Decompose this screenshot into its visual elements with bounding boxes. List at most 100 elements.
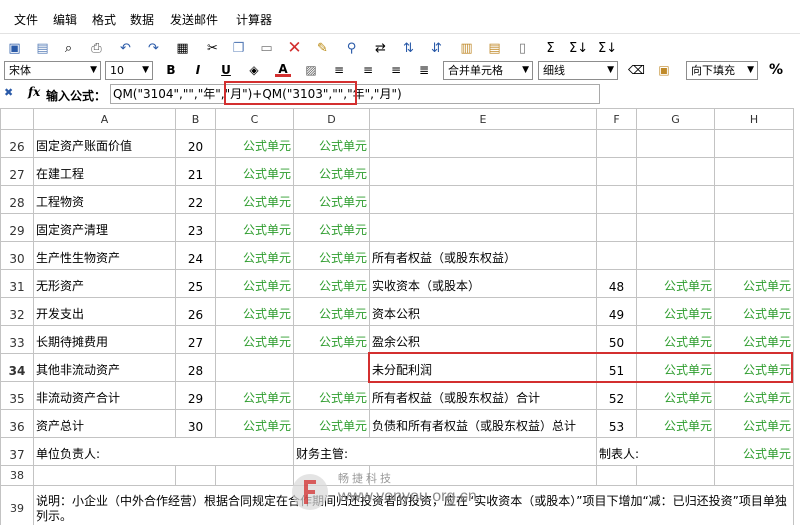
cell[interactable] [33,465,176,486]
print-icon[interactable]: ⎙ [88,40,105,57]
cell-h[interactable] [714,129,794,158]
cell-f37[interactable]: 制表人: [596,437,715,466]
cell-f[interactable]: 53 [596,409,637,438]
cell-b[interactable]: 27 [175,325,216,354]
insert-row-icon[interactable]: ▤ [486,40,503,57]
merge-cells-select[interactable]: 合并单元格 ▼ [443,61,533,80]
fx-icon[interactable]: fx [28,85,40,99]
menu-format[interactable]: 格式 [92,11,116,28]
cell-d[interactable]: 公式单元 [293,185,370,214]
grid-icon[interactable]: ▦ [174,40,191,57]
cell-b[interactable]: 22 [175,185,216,214]
fill-format-icon[interactable]: ▣ [656,62,672,79]
cell-e[interactable]: 资本公积 [369,297,597,326]
row-header[interactable]: 36 [0,409,34,438]
justify-icon[interactable]: ≣ [416,62,432,79]
row-header[interactable]: 38 [0,465,34,486]
border-style-select[interactable]: 细线 ▼ [538,61,618,80]
cut-icon[interactable]: ✂ [204,40,221,57]
eraser-icon[interactable]: ⌫ [628,62,645,79]
cell-b[interactable]: 20 [175,129,216,158]
print-preview-icon[interactable]: ⌕ [60,40,77,57]
save-icon[interactable]: ▣ [6,40,23,57]
cell-a[interactable]: 资产总计 [33,409,176,438]
row-header[interactable]: 39 [0,485,34,525]
cell-c[interactable]: 公式单元 [215,409,294,438]
menu-data[interactable]: 数据 [130,11,154,28]
cell-d[interactable]: 公式单元 [293,241,370,270]
row-header[interactable]: 29 [0,213,34,242]
col-header-f[interactable]: F [596,108,637,130]
cell-d[interactable]: 公式单元 [293,297,370,326]
cell-g[interactable] [636,185,715,214]
cell-c[interactable]: 公式单元 [215,157,294,186]
cell-c[interactable]: 公式单元 [215,297,294,326]
align-center-icon[interactable]: ≡ [360,62,376,79]
cell-d[interactable]: 公式单元 [293,213,370,242]
row-header[interactable]: 31 [0,269,34,298]
cell-b[interactable]: 24 [175,241,216,270]
menu-send-mail[interactable]: 发送邮件 [170,11,218,28]
font-name-select[interactable]: 宋体 ▼ [4,61,101,80]
cell-e[interactable]: 所有者权益（或股东权益）合计 [369,381,597,410]
cell-h[interactable] [714,157,794,186]
row-header[interactable]: 26 [0,129,34,158]
font-color-button[interactable]: A [275,62,291,77]
corner-cell[interactable] [0,108,34,130]
cell-f[interactable]: 48 [596,269,637,298]
cell-f[interactable]: 50 [596,325,637,354]
cell[interactable] [596,465,637,486]
cell-d[interactable]: 公式单元 [293,381,370,410]
sum-col-icon[interactable]: Σ↓ [598,40,617,57]
cell-e[interactable] [369,129,597,158]
cell-g[interactable] [636,213,715,242]
cell-c[interactable]: 公式单元 [215,381,294,410]
sum-row-icon[interactable]: Σ↓ [569,40,588,57]
align-left-icon[interactable]: ≡ [331,62,347,79]
cell-h[interactable]: 公式单元 [714,409,794,438]
save-as-icon[interactable]: ▤ [34,40,51,57]
cancel-formula-icon[interactable]: ✖ [4,86,13,99]
menu-edit[interactable]: 编辑 [53,11,77,28]
cell-d[interactable]: 公式单元 [293,325,370,354]
col-header-e[interactable]: E [369,108,597,130]
sort-desc-icon[interactable]: ⇵ [428,40,445,57]
cell-h[interactable]: 公式单元 [714,381,794,410]
cell-e[interactable] [369,185,597,214]
row-header[interactable]: 27 [0,157,34,186]
row-header[interactable]: 28 [0,185,34,214]
cell-a[interactable]: 其他非流动资产 [33,353,176,382]
cell-a[interactable]: 无形资产 [33,269,176,298]
cell-a[interactable]: 工程物资 [33,185,176,214]
cell-g[interactable]: 公式单元 [636,381,715,410]
insert-icon[interactable]: ▥ [458,40,475,57]
row-header[interactable]: 35 [0,381,34,410]
find-icon[interactable]: ⚲ [343,40,360,57]
cell-h[interactable] [714,213,794,242]
cell-h[interactable] [714,185,794,214]
cell-a[interactable]: 开发支出 [33,297,176,326]
cell-c[interactable]: 公式单元 [215,213,294,242]
font-size-select[interactable]: 10 ▼ [105,61,153,80]
cell-d[interactable]: 公式单元 [293,129,370,158]
cell-g[interactable] [636,241,715,270]
sort-asc-icon[interactable]: ⇅ [400,40,417,57]
cell-f[interactable] [596,185,637,214]
cell-c[interactable]: 公式单元 [215,241,294,270]
fill-down-select[interactable]: 向下填充 ▼ [686,61,758,80]
row-header[interactable]: 34 [0,353,34,382]
cell-f[interactable] [596,129,637,158]
cell-a[interactable]: 在建工程 [33,157,176,186]
cell-f[interactable] [596,241,637,270]
cell-e[interactable]: 所有者权益（或股东权益） [369,241,597,270]
cell-c[interactable] [215,353,294,382]
col-header-d[interactable]: D [293,108,370,130]
cell[interactable] [636,465,715,486]
cell-b[interactable]: 25 [175,269,216,298]
cell-a[interactable]: 生产性生物资产 [33,241,176,270]
cell-b[interactable]: 30 [175,409,216,438]
col-header-a[interactable]: A [33,108,176,130]
cell-h[interactable]: 公式单元 [714,325,794,354]
cell-g[interactable]: 公式单元 [636,269,715,298]
chart-icon[interactable]: ▨ [303,62,319,79]
